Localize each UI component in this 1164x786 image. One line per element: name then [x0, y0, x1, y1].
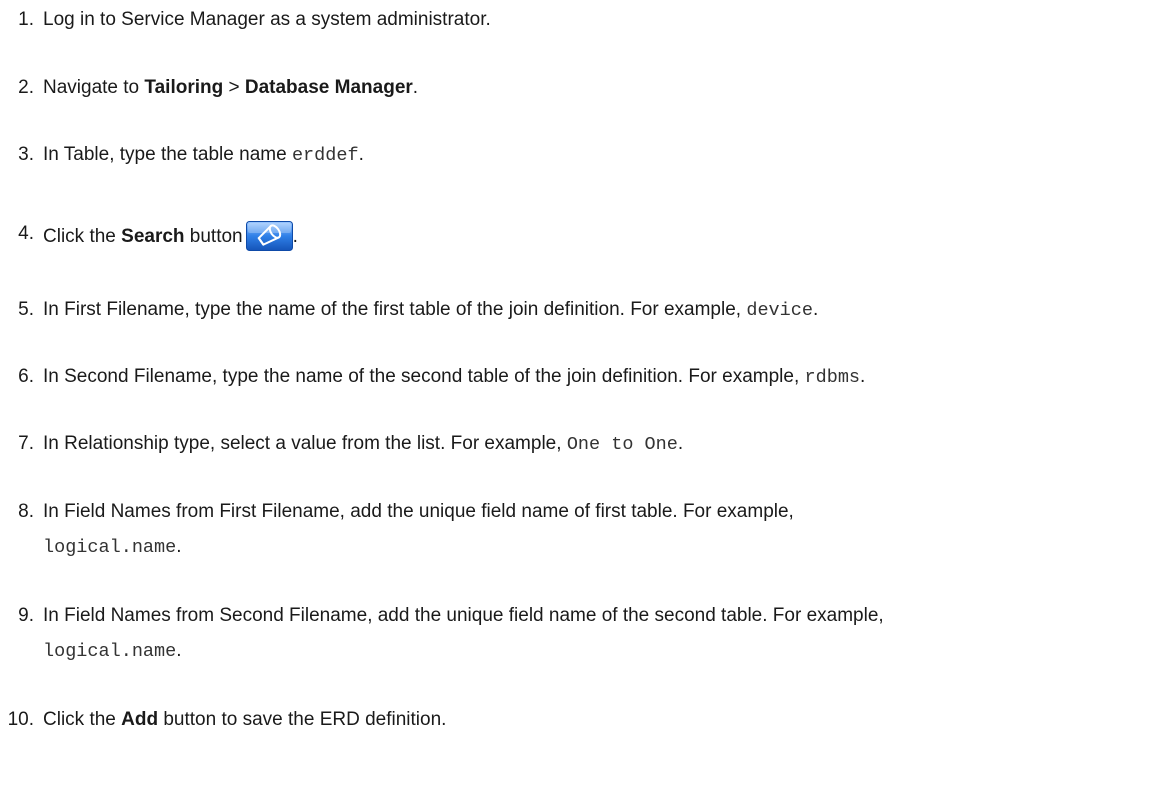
step-text: In Second Filename, type the name of the… [43, 366, 866, 388]
step-number: 8. [18, 501, 34, 522]
step-text: Click the Add button to save the ERD def… [43, 709, 447, 730]
step-number: 10. [7, 709, 34, 730]
code-value: One to One [566, 434, 678, 455]
step-number: 5. [18, 299, 34, 320]
step-text: Navigate to Tailoring > Database Manager… [43, 77, 419, 98]
step-text: In Table, type the table name erddef. [43, 144, 364, 166]
menu-database-manager: Database Manager [244, 77, 413, 98]
code-value: erddef [291, 145, 359, 166]
menu-tailoring: Tailoring [144, 77, 224, 98]
button-name-search: Search [121, 226, 185, 247]
code-value: logical.name [43, 641, 177, 662]
step-text: Click the Search button . [43, 221, 1164, 251]
step-number: 6. [18, 366, 34, 387]
step-number: 7. [18, 433, 34, 454]
step-number: 4. [18, 223, 34, 244]
code-value: device [746, 300, 813, 321]
button-name-add: Add [121, 709, 159, 730]
step-text: In Field Names from First Filename, add … [43, 501, 794, 558]
step-number: 2. [18, 77, 34, 98]
step-number: 1. [18, 9, 34, 30]
code-value: rdbms [804, 367, 861, 388]
step-number: 9. [18, 605, 34, 626]
code-value: logical.name [43, 537, 177, 558]
step-text: In Relationship type, select a value fro… [43, 433, 684, 455]
step-text: Log in to Service Manager as a system ad… [43, 9, 491, 30]
step-text: In Field Names from Second Filename, add… [43, 605, 884, 662]
search-flashlight-icon [245, 221, 293, 251]
step-text: In First Filename, type the name of the … [43, 299, 819, 321]
step-number: 3. [18, 144, 34, 165]
procedure-steps: 1. Log in to Service Manager as a system… [0, 0, 1164, 786]
